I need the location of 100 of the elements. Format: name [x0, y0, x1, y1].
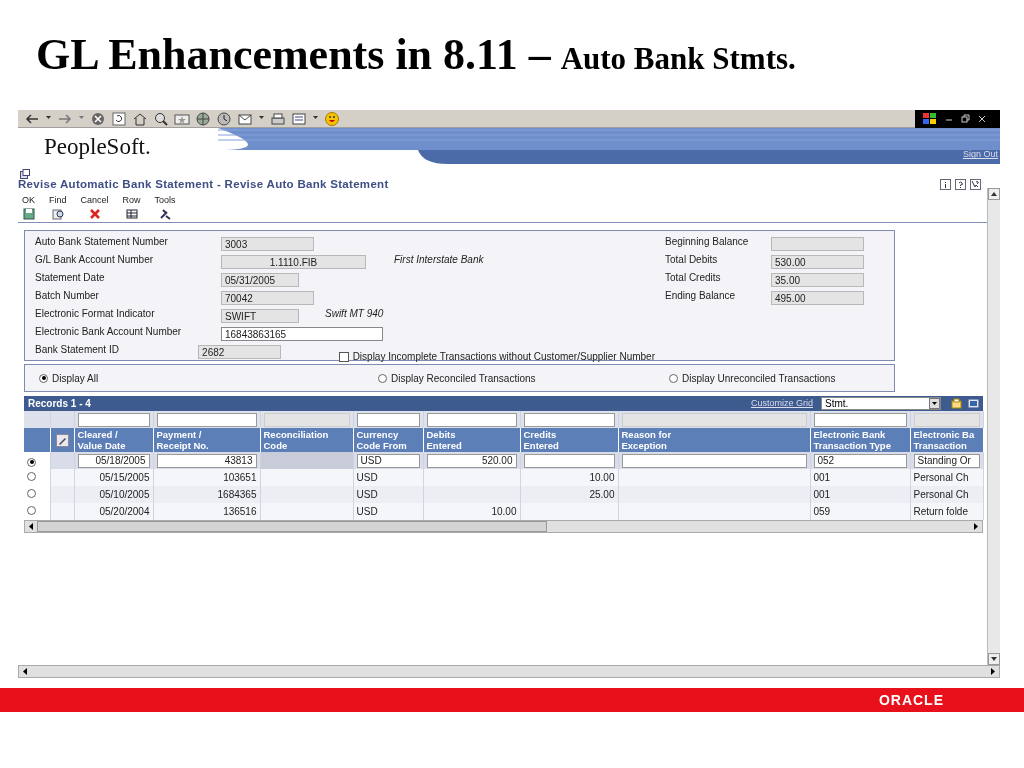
- field-label: Total Debits: [664, 253, 719, 268]
- radio-button[interactable]: [669, 373, 678, 383]
- checkbox[interactable]: [338, 351, 349, 362]
- table-input[interactable]: Standing Or: [913, 453, 980, 468]
- slide-title: GL Enhancements in 8.11 –: [36, 29, 551, 81]
- save-icon: [22, 208, 35, 221]
- input-field: 495.00: [771, 291, 864, 306]
- table-input[interactable]: USD: [356, 453, 420, 468]
- find-button[interactable]: Find: [49, 193, 67, 221]
- history-icon[interactable]: [216, 110, 232, 127]
- windows-logo-icon: [923, 112, 937, 125]
- input-field: 2682: [198, 345, 281, 360]
- field-label: Batch Number: [34, 289, 100, 304]
- page-title: Revise Automatic Bank Statement - Revise Auto Bank Statement: [18, 177, 389, 193]
- column-header: Electronic Bank Transaction Type: [813, 429, 891, 452]
- cancel-button[interactable]: Cancel: [80, 193, 109, 221]
- field-label: G/L Bank Account Number: [34, 253, 155, 268]
- checkbox-label: Display Incomplete Transactions without Customer/Supplier Number: [352, 350, 655, 365]
- radio-label: Display Reconciled Transactions: [391, 371, 536, 386]
- context-help-icon[interactable]: [970, 179, 981, 191]
- customize-grid-link[interactable]: Customize Grid: [751, 397, 813, 411]
- table-cell: 059: [813, 506, 831, 518]
- search-icon[interactable]: [153, 110, 169, 127]
- table-cell: USD: [356, 489, 378, 501]
- table-input[interactable]: 052: [813, 453, 907, 468]
- table-cell: Personal Ch: [913, 489, 969, 501]
- tools-icon: [159, 208, 172, 221]
- view-all-icon[interactable]: [968, 398, 979, 410]
- input-field: 35.00: [771, 273, 864, 288]
- new-window-icon[interactable]: [20, 169, 30, 180]
- filter-field[interactable]: [356, 412, 420, 427]
- filter-field[interactable]: [813, 412, 907, 427]
- scrollbar-thumb[interactable]: [37, 521, 547, 533]
- smiley-icon[interactable]: [324, 110, 340, 127]
- table-input[interactable]: 05/18/2005: [77, 453, 150, 468]
- field-description: Swift MT 940: [325, 307, 384, 322]
- table-cell: 136516: [223, 506, 257, 518]
- tools-button[interactable]: Tools: [154, 193, 176, 221]
- table-cell: 10.00: [589, 472, 615, 484]
- input-field[interactable]: 16843863165: [221, 327, 383, 342]
- filter-field[interactable]: [156, 412, 257, 427]
- row-select-radio[interactable]: [27, 489, 36, 499]
- field-label: Electronic Format Indicator: [34, 307, 156, 322]
- close-icon[interactable]: [978, 113, 986, 124]
- column-header: Currency Code From: [356, 429, 407, 452]
- input-field: 1.1110.FIB: [221, 255, 366, 270]
- table-cell: 05/15/2005: [99, 472, 150, 484]
- field-label: Beginning Balance: [664, 235, 750, 250]
- column-header: Cleared / Value Date: [77, 429, 126, 452]
- filter-field[interactable]: [523, 412, 615, 427]
- field-label: Bank Statement ID: [34, 343, 120, 358]
- pencil-icon[interactable]: [55, 433, 69, 447]
- stop-icon[interactable]: [90, 110, 106, 127]
- radio-button[interactable]: [378, 373, 387, 383]
- oracle-logo: ORACLE: [878, 690, 944, 710]
- column-header: Reason for Exception: [621, 429, 672, 452]
- field-label: Electronic Bank Account Number: [34, 325, 183, 340]
- row-button[interactable]: Row: [122, 193, 141, 221]
- table-cell: 25.00: [589, 489, 615, 501]
- radio-button[interactable]: [39, 373, 48, 383]
- radio-label: Display Unreconciled Transactions: [682, 371, 836, 386]
- table-input[interactable]: [621, 453, 807, 468]
- slide-subtitle: Auto Bank Stmts.: [560, 40, 796, 78]
- table-cell: 001: [813, 472, 831, 484]
- input-field: 70042: [221, 291, 314, 306]
- field-label: Total Credits: [664, 271, 722, 286]
- restore-icon[interactable]: [961, 113, 970, 124]
- field-label: Auto Bank Statement Number: [34, 235, 169, 250]
- field-label: Statement Date: [34, 271, 106, 286]
- peoplesoft-logo: PeopleSoft.: [43, 133, 151, 161]
- horizontal-scrollbar[interactable]: [24, 520, 983, 534]
- table-cell: 05/10/2005: [99, 489, 150, 501]
- record-count: Records 1 - 4: [28, 397, 91, 412]
- globe-icon[interactable]: [195, 110, 211, 127]
- info-icon[interactable]: [940, 179, 951, 191]
- filter-field[interactable]: [426, 412, 517, 427]
- column-header: Electronic Ba Transaction: [913, 429, 975, 452]
- filter-field[interactable]: [77, 412, 150, 427]
- row-select-radio[interactable]: [27, 472, 36, 482]
- horizontal-scrollbar[interactable]: [18, 665, 1000, 678]
- table-input[interactable]: 43813: [156, 453, 257, 468]
- export-icon[interactable]: [951, 398, 962, 410]
- sign-out-link[interactable]: Sign Out: [962, 148, 998, 162]
- table-input[interactable]: 520.00: [426, 453, 517, 468]
- column-header: Credits Entered: [523, 429, 559, 452]
- table-input[interactable]: [523, 453, 615, 468]
- save-button[interactable]: OK: [22, 193, 35, 221]
- table-cell: 10.00: [491, 506, 517, 518]
- print-icon[interactable]: [270, 110, 286, 127]
- row-select-radio[interactable]: [27, 457, 36, 467]
- refresh-icon[interactable]: [111, 110, 127, 127]
- column-header: Reconciliation Code: [263, 429, 329, 452]
- input-field: SWIFT: [221, 309, 299, 324]
- format-dropdown[interactable]: Stmt.: [821, 397, 941, 411]
- help-icon[interactable]: [955, 179, 966, 191]
- vertical-scrollbar[interactable]: [987, 187, 1000, 665]
- table-cell: 001: [813, 489, 831, 501]
- edit-icon[interactable]: [291, 110, 307, 127]
- row-select-radio[interactable]: [27, 506, 36, 516]
- radio-label: Display All: [52, 371, 99, 386]
